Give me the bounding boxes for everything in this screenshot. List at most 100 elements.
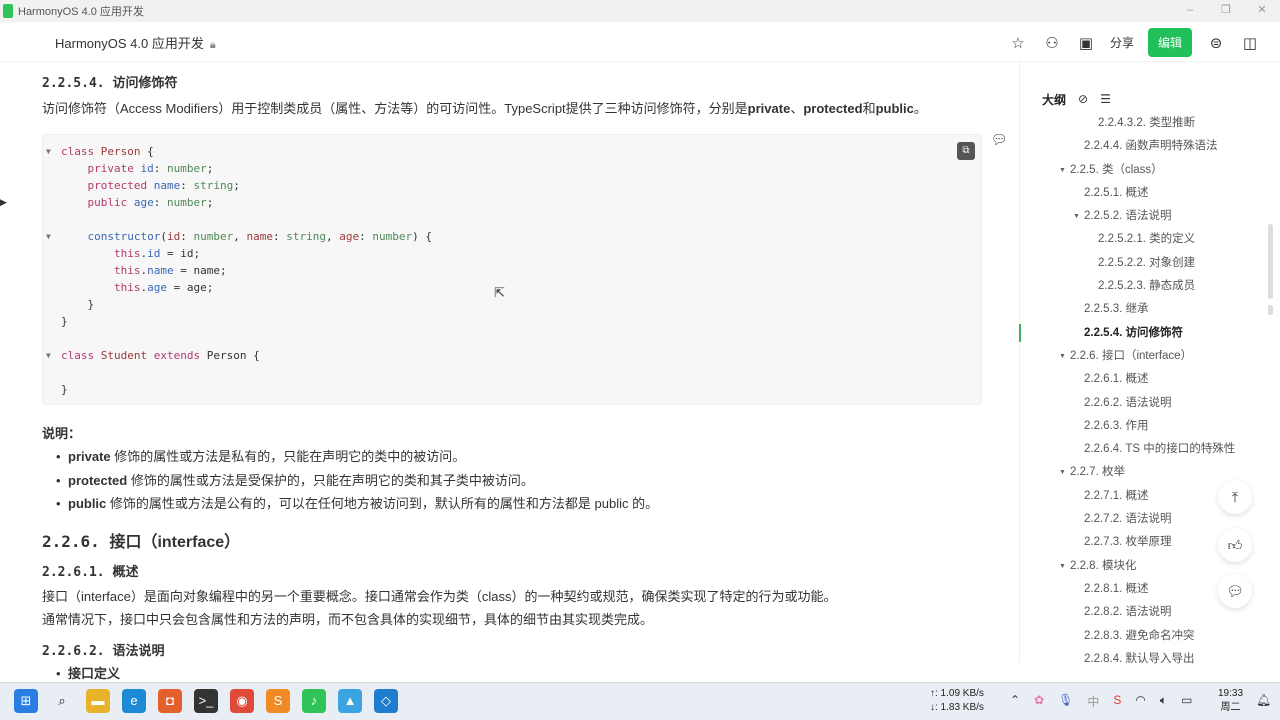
- outline-item[interactable]: 2.2.4.4. 函数声明特殊语法: [1042, 135, 1272, 158]
- taskbar: ⊞ ⌕ ▬ e ◘ >_ ◉ S ♪ ▲ ◇ ↑: 1.09 KB/s ↓: 1.83 KB/s ⌃ …: [0, 682, 1280, 720]
- present-icon[interactable]: ▣: [1076, 34, 1096, 52]
- outline-item[interactable]: 2.2.8.3. 避免命名冲突: [1042, 625, 1272, 648]
- volume-icon[interactable]: 🔈︎: [1160, 693, 1167, 710]
- collapse-caret-icon[interactable]: ▼: [1073, 205, 1080, 228]
- position-marker: [1019, 324, 1021, 342]
- code-token: :: [272, 230, 287, 243]
- maximize-button[interactable]: ❐: [1208, 0, 1244, 20]
- wifi-icon[interactable]: ◠: [1135, 693, 1145, 710]
- note-list: private 修饰的属性或方法是私有的，只能在声明它的类中的被访问。 prot…: [42, 445, 982, 516]
- outline-item[interactable]: 2.2.4.3.2. 类型推断: [1042, 112, 1272, 135]
- back-to-top-button[interactable]: ⤒: [1218, 480, 1252, 514]
- mouse-cursor-icon: ⇱: [494, 285, 505, 300]
- page-scrollbar[interactable]: [1268, 305, 1273, 315]
- code-line: ▼ constructor(id: number, name: string, …: [43, 228, 981, 245]
- outline-item[interactable]: 2.2.5.4. 访问修饰符: [1042, 322, 1272, 345]
- code-token: }: [61, 298, 95, 311]
- search-icon[interactable]: ⌕: [50, 689, 74, 713]
- star-icon[interactable]: ☆: [1008, 34, 1028, 52]
- code-token: :: [180, 179, 194, 192]
- input-method-icon[interactable]: 中: [1087, 693, 1099, 710]
- battery-icon[interactable]: ▭: [1181, 693, 1192, 710]
- comment-button[interactable]: 💬︎: [1218, 574, 1252, 608]
- notification-icon[interactable]: 🔔︎: [1256, 693, 1271, 707]
- outline-item-label: 2.2.8.2. 语法说明: [1084, 606, 1172, 619]
- fold-toggle-icon[interactable]: ▼: [46, 347, 51, 364]
- share-button[interactable]: 分享: [1110, 34, 1134, 51]
- outline-item[interactable]: 2.2.6.1. 概述: [1042, 368, 1272, 391]
- copy-code-icon[interactable]: ⧉: [957, 142, 975, 160]
- outline-item[interactable]: 2.2.8.4. 默认导入导出: [1042, 648, 1272, 671]
- outline-item[interactable]: 2.2.5.2.2. 对象创建: [1042, 252, 1272, 275]
- code-token: name: [246, 230, 273, 243]
- vscode-icon[interactable]: ◇: [374, 689, 398, 713]
- windows-start-icon[interactable]: ⊞: [14, 689, 38, 713]
- outline-item[interactable]: 2.2.6.2. 语法说明: [1042, 392, 1272, 415]
- sublime-icon[interactable]: S: [266, 689, 290, 713]
- outline-item-label: 2.2.6.1. 概述: [1084, 373, 1149, 386]
- code-token: = name;: [173, 264, 227, 277]
- hide-icon[interactable]: ⊘: [1078, 92, 1088, 106]
- network-speed: ↑: 1.09 KB/s ↓: 1.83 KB/s: [930, 688, 984, 713]
- code-line: this.id = id;: [43, 245, 981, 262]
- terminal-icon[interactable]: >_: [194, 689, 218, 713]
- clock[interactable]: 19:33 周二: [1218, 687, 1243, 715]
- outline-item[interactable]: 2.2.6.4. TS 中的接口的特殊性: [1042, 438, 1272, 461]
- office-icon[interactable]: ◘: [158, 689, 182, 713]
- outline-item-label: 2.2.8.3. 避免命名冲突: [1084, 629, 1195, 642]
- fold-toggle-icon[interactable]: ▼: [46, 228, 51, 245]
- code-line: }: [43, 313, 981, 330]
- code-token: constructor: [87, 230, 161, 243]
- outline-item[interactable]: 2.2.5.2.1. 类的定义: [1042, 228, 1272, 251]
- code-token: :: [153, 162, 167, 175]
- cloud-app-icon[interactable]: ▲: [338, 689, 362, 713]
- close-button[interactable]: ✕: [1244, 0, 1280, 20]
- expand-left-panel-icon[interactable]: ▶: [0, 190, 10, 214]
- code-token: :: [153, 196, 167, 209]
- minimize-button[interactable]: –: [1172, 0, 1208, 20]
- comment-icon[interactable]: 💬︎: [991, 132, 1008, 148]
- outline-item[interactable]: 2.2.5.2.3. 静态成员: [1042, 275, 1272, 298]
- more-icon[interactable]: ⊜: [1206, 34, 1226, 52]
- microphone-icon[interactable]: 🎙︎: [1058, 693, 1073, 710]
- code-block[interactable]: ▼ class Person { private id: number; prot…: [42, 134, 982, 405]
- tray-app-icon[interactable]: ✿: [1034, 693, 1044, 710]
- collaborator-icon[interactable]: ⚇: [1042, 34, 1062, 52]
- fold-toggle-icon[interactable]: ▼: [46, 143, 51, 160]
- outline-item-label: 2.2.7. 枚举: [1070, 466, 1125, 479]
- outline-item[interactable]: ▼ 2.2.6. 接口（interface）: [1042, 345, 1272, 368]
- tray-expand-icon[interactable]: ⌃: [1010, 693, 1020, 710]
- chrome-icon[interactable]: ◉: [230, 689, 254, 713]
- outline-scrollbar[interactable]: [1268, 224, 1273, 299]
- collapse-caret-icon[interactable]: ▼: [1059, 345, 1066, 368]
- outline-item[interactable]: ▼ 2.2.5.2. 语法说明: [1042, 205, 1272, 228]
- outline-item[interactable]: 2.2.5.1. 概述: [1042, 182, 1272, 205]
- paragraph: 接口（interface）是面向对象编程中的另一个重要概念。接口通常会作为类（c…: [42, 588, 837, 604]
- sogou-icon[interactable]: S: [1113, 693, 1121, 710]
- collapse-caret-icon[interactable]: ▼: [1059, 555, 1066, 578]
- doc-title: HarmonyOS 4.0 应用开发: [55, 36, 204, 51]
- harmony-app-icon[interactable]: ♪: [302, 689, 326, 713]
- file-explorer-icon[interactable]: ▬: [86, 689, 110, 713]
- code-token: id: [147, 247, 161, 260]
- collapse-caret-icon[interactable]: ▼: [1059, 461, 1066, 484]
- window-title: HarmonyOS 4.0 应用开发: [18, 6, 144, 18]
- edit-button[interactable]: 编辑: [1147, 28, 1192, 57]
- sidebar-toggle-icon[interactable]: ◫: [1240, 34, 1260, 52]
- outline-item-label: 2.2.5.2.2. 对象创建: [1098, 256, 1196, 269]
- edge-icon[interactable]: e: [122, 689, 146, 713]
- outline-item[interactable]: 2.2.6.3. 作用: [1042, 415, 1272, 438]
- code-token: Person {: [206, 349, 260, 362]
- outline-item-label: 2.2.4.3.2. 类型推断: [1098, 117, 1196, 129]
- code-token: (: [160, 230, 167, 243]
- code-line: }: [43, 296, 981, 313]
- like-button[interactable]: 👍︎: [1218, 528, 1252, 562]
- code-token: protected: [61, 179, 154, 192]
- code-token: number: [372, 230, 413, 243]
- collapse-caret-icon[interactable]: ▼: [1059, 159, 1066, 182]
- code-token: string: [286, 230, 326, 243]
- outline-item[interactable]: ▼ 2.2.5. 类（class）: [1042, 159, 1272, 182]
- outline-item[interactable]: 2.2.5.3. 继承: [1042, 298, 1272, 321]
- list-icon[interactable]: ☰: [1100, 92, 1111, 106]
